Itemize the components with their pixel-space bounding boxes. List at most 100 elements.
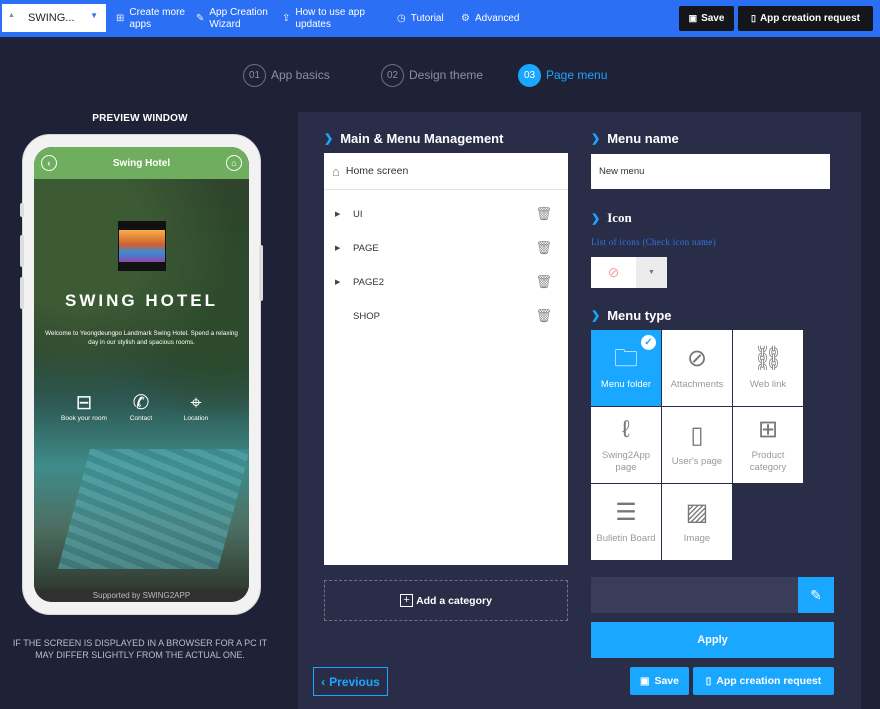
trash-icon[interactable]: 🗑 — [535, 240, 552, 256]
page-icon: ▯ — [690, 422, 704, 449]
menu-edit-field[interactable]: ✎ — [591, 577, 834, 613]
type-label: User's page — [671, 456, 723, 467]
step-page-menu[interactable]: 03 Page menu — [518, 63, 607, 87]
menu-item-label: SHOP — [353, 310, 380, 322]
menu-item-page[interactable]: ▶ PAGE 🗑 — [324, 238, 568, 258]
previous-label: Previous — [329, 674, 380, 689]
plus-square-icon: ⊞ — [116, 12, 125, 24]
tutorial-link[interactable]: ◷ Tutorial — [397, 0, 444, 37]
type-label: Attachments — [670, 379, 724, 390]
menu-item-label: PAGE — [353, 242, 379, 254]
bed-icon: ⊟ — [75, 392, 93, 414]
grid-icon: ⊞ — [757, 416, 779, 443]
add-category-label: Add a category — [416, 594, 492, 607]
top-bar: ▲ SWING... ▼ ⊞ Create more apps ✎ App Cr… — [0, 0, 880, 37]
app-select-dropdown[interactable]: ▲ SWING... ▼ — [2, 4, 106, 32]
phone-call-icon: ✆ — [132, 392, 150, 414]
creation-wizard-label: App Creation Wizard — [209, 6, 268, 30]
link-icon: ⛓ — [752, 345, 784, 372]
top-save-label: Save — [701, 13, 725, 24]
phone-frame: ‹ Swing Hotel ⌂ SWING HOTEL Welcome to Y… — [20, 134, 263, 615]
icon-picker[interactable]: ⊘ ▼ — [591, 257, 667, 288]
step-design-theme[interactable]: 02 Design theme — [381, 63, 483, 87]
phone-button — [20, 203, 24, 217]
apply-button[interactable]: Apply — [591, 622, 834, 658]
menu-name-title: ❯ Menu name — [591, 131, 679, 146]
expand-arrow-icon[interactable]: ▶ — [335, 244, 340, 252]
trash-icon[interactable]: 🗑 — [535, 274, 552, 290]
phone-icon: ▯ — [705, 675, 712, 687]
menu-type-title: ❯ Menu type — [591, 308, 672, 323]
preview-note: IF THE SCREEN IS DISPLAYED IN A BROWSER … — [12, 638, 268, 660]
preview-title: PREVIEW WINDOW — [92, 113, 188, 124]
add-category-button[interactable]: + Add a category — [324, 580, 568, 621]
paperclip-icon: ⊘ — [686, 345, 708, 372]
preview-header: ‹ Swing Hotel ⌂ — [34, 147, 249, 179]
pencil-icon[interactable]: ✎ — [798, 577, 834, 613]
chevron-right-icon: ❯ — [591, 133, 601, 145]
chevron-right-icon: ❯ — [591, 310, 601, 322]
floppy-icon: ▣ — [640, 675, 650, 687]
top-creation-request-label: App creation request — [759, 13, 860, 24]
phone-screen: ‹ Swing Hotel ⌂ SWING HOTEL Welcome to Y… — [34, 147, 249, 602]
type-label: Web link — [749, 379, 787, 390]
home-screen-label: Home screen — [345, 165, 409, 177]
type-label: Menu folder — [600, 379, 652, 390]
menu-item-ui[interactable]: ▶ UI 🗑 — [324, 204, 568, 224]
clock-icon: ◷ — [397, 12, 406, 24]
location-label: Location — [183, 415, 209, 422]
check-icon: ✓ — [641, 335, 656, 350]
step-label: Design theme — [409, 68, 484, 82]
menu-item-page2[interactable]: ▶ PAGE2 🗑 — [324, 272, 568, 292]
no-icon-icon: ⊘ — [607, 264, 620, 280]
top-save-button[interactable]: ▣ Save — [679, 6, 734, 31]
creation-request-button[interactable]: ▯ App creation request — [693, 667, 834, 695]
type-bulletin-board[interactable]: ☰ Bulletin Board — [591, 484, 661, 560]
create-more-apps-link[interactable]: ⊞ Create more apps — [116, 0, 187, 37]
tutorial-label: Tutorial — [410, 12, 444, 24]
home-screen-item[interactable]: ⌂ Home screen — [324, 153, 568, 190]
menu-type-title-text: Menu type — [607, 308, 672, 323]
menu-item-shop[interactable]: SHOP 🗑 — [324, 306, 568, 326]
step-number: 01 — [243, 63, 266, 87]
expand-arrow-icon[interactable]: ▶ — [335, 210, 340, 218]
chevron-down-icon[interactable]: ▼ — [636, 257, 667, 288]
creation-request-label: App creation request — [716, 675, 822, 687]
type-label: Swing2App page — [601, 450, 651, 473]
chevron-left-icon: ‹ — [321, 674, 326, 689]
phone-button — [20, 235, 24, 267]
save-button[interactable]: ▣ Save — [630, 667, 689, 695]
type-swing2app-page[interactable]: ℓ Swing2App page — [591, 407, 661, 483]
book-room-label: Book your room — [61, 415, 107, 422]
expand-arrow-icon[interactable]: ▶ — [335, 278, 340, 286]
location-item: ⌖ Location — [174, 391, 218, 422]
hotel-name: SWING HOTEL — [65, 291, 218, 310]
chevron-down-icon: ▼ — [90, 11, 98, 20]
trash-icon[interactable]: 🗑 — [535, 206, 552, 222]
creation-wizard-link[interactable]: ✎ App Creation Wizard — [196, 0, 275, 37]
phone-button — [259, 245, 263, 301]
advanced-link[interactable]: ⚙ Advanced — [461, 0, 519, 37]
type-users-page[interactable]: ▯ User's page — [662, 407, 732, 483]
how-to-update-link[interactable]: ⇪ How to use app updates — [282, 0, 373, 37]
type-web-link[interactable]: ⛓ Web link — [733, 330, 803, 406]
save-label: Save — [654, 675, 679, 687]
top-creation-request-button[interactable]: ▯ App creation request — [738, 6, 873, 31]
menu-tree: ⌂ Home screen ▶ UI 🗑 ▶ PAGE 🗑 ▶ PAGE2 🗑 … — [324, 153, 568, 565]
menu-name-input[interactable] — [591, 154, 830, 189]
type-attachments[interactable]: ⊘ Attachments — [662, 330, 732, 406]
type-product-category[interactable]: ⊞ Product category — [733, 407, 803, 483]
previous-button[interactable]: ‹ Previous — [313, 667, 388, 696]
signature-icon: ℓ — [622, 416, 630, 443]
trash-icon[interactable]: 🗑 — [535, 308, 552, 324]
home-icon: ⌂ — [332, 163, 340, 179]
type-menu-folder[interactable]: ✓ 🗀 Menu folder — [591, 330, 661, 406]
welcome-text: Welcome to Yeongdeungpo Landmark Swing H… — [45, 330, 238, 346]
image-icon: ▨ — [685, 499, 709, 526]
step-app-basics[interactable]: 01 App basics — [243, 63, 330, 87]
book-room-item: ⊟ Book your room — [54, 391, 114, 422]
type-image[interactable]: ▨ Image — [662, 484, 732, 560]
icon-title: ❯ Icon — [591, 210, 632, 226]
icon-list-link[interactable]: List of icons (Check icon name) — [591, 237, 716, 247]
type-label: Bulletin Board — [596, 533, 656, 544]
